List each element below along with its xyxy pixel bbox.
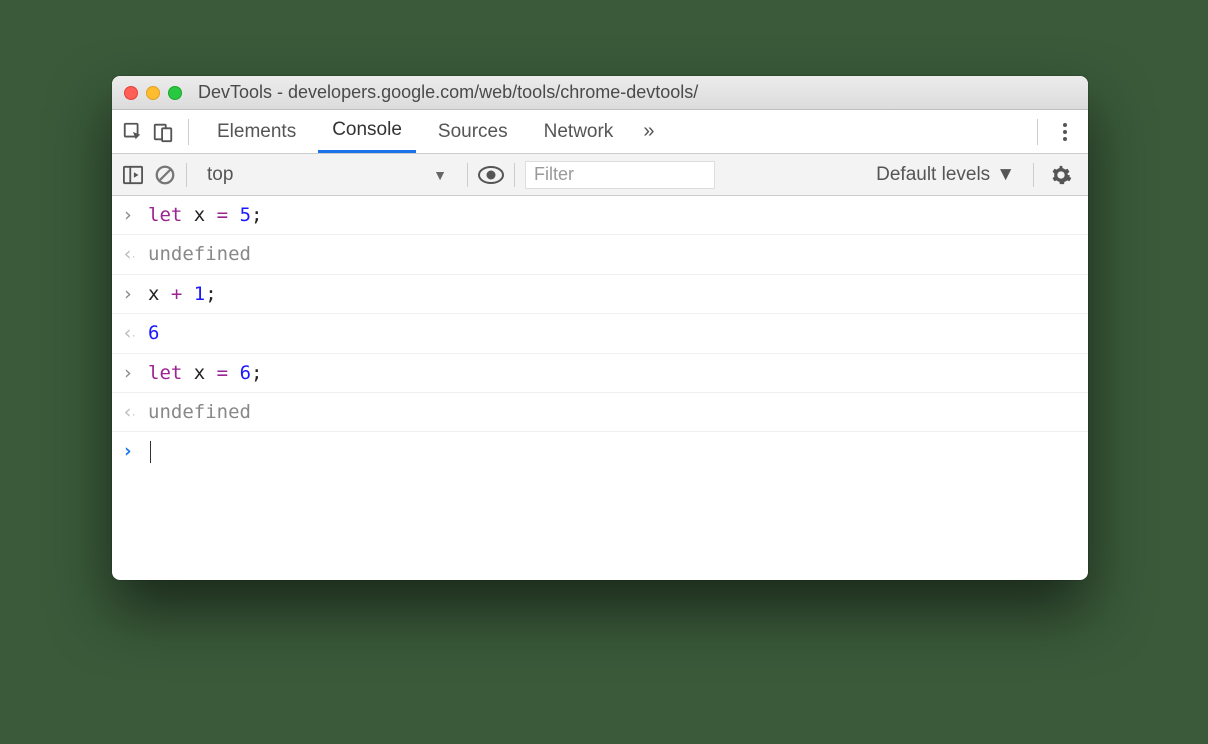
separator — [514, 163, 515, 187]
tab-network[interactable]: Network — [530, 110, 628, 153]
console-input-line: let x = 6; — [148, 358, 262, 388]
toggle-console-sidebar-icon[interactable] — [122, 165, 144, 185]
separator — [1037, 119, 1038, 145]
console-row: ‹·undefined — [112, 235, 1088, 274]
console-row: ›let x = 6; — [112, 354, 1088, 393]
console-output-line: undefined — [148, 397, 251, 427]
console-output-line: undefined — [148, 239, 251, 269]
console-prompt-row[interactable]: › — [112, 432, 1088, 470]
tab-console[interactable]: Console — [318, 110, 416, 153]
separator — [188, 119, 189, 145]
filter-input[interactable]: Filter — [525, 161, 715, 189]
console-output-line: 6 — [148, 318, 159, 348]
separator — [1033, 163, 1034, 187]
console-row: ›let x = 5; — [112, 196, 1088, 235]
devtools-tabbar: Elements Console Sources Network » — [112, 110, 1088, 154]
output-chevron-icon: ‹· — [122, 397, 148, 427]
chevron-down-icon: ▼ — [996, 164, 1015, 186]
separator — [186, 163, 187, 187]
devtools-window: DevTools - developers.google.com/web/too… — [112, 76, 1088, 580]
console-settings-icon[interactable] — [1044, 164, 1078, 186]
device-toggle-icon[interactable] — [152, 121, 174, 143]
input-chevron-icon: › — [122, 279, 148, 309]
inspect-element-icon[interactable] — [122, 121, 144, 143]
filter-placeholder: Filter — [534, 164, 574, 185]
tab-elements[interactable]: Elements — [203, 110, 310, 153]
console-input-line: let x = 5; — [148, 200, 262, 230]
output-chevron-icon: ‹· — [122, 318, 148, 348]
console-row: ‹·6 — [112, 314, 1088, 353]
console-prompt-input[interactable] — [148, 436, 151, 466]
log-levels-label: Default levels — [876, 164, 990, 186]
input-chevron-icon: › — [122, 358, 148, 388]
console-output: ›let x = 5;‹·undefined›x + 1;‹·6›let x =… — [112, 196, 1088, 580]
console-input-line: x + 1; — [148, 279, 217, 309]
window-minimize-button[interactable] — [146, 86, 160, 100]
console-toolbar: top ▼ Filter Default levels ▼ — [112, 154, 1088, 196]
chevron-down-icon: ▼ — [433, 167, 447, 183]
window-zoom-button[interactable] — [168, 86, 182, 100]
live-expression-icon[interactable] — [478, 166, 504, 184]
output-chevron-icon: ‹· — [122, 239, 148, 269]
separator — [467, 163, 468, 187]
clear-console-icon[interactable] — [154, 164, 176, 186]
tab-sources[interactable]: Sources — [424, 110, 522, 153]
kebab-menu-icon[interactable] — [1052, 121, 1078, 143]
prompt-chevron-icon: › — [122, 436, 148, 466]
log-levels-selector[interactable]: Default levels ▼ — [868, 164, 1023, 186]
context-selector-label: top — [207, 164, 233, 186]
window-close-button[interactable] — [124, 86, 138, 100]
console-row: ›x + 1; — [112, 275, 1088, 314]
context-selector[interactable]: top ▼ — [197, 164, 457, 186]
console-row: ‹·undefined — [112, 393, 1088, 432]
more-tabs-icon[interactable]: » — [635, 120, 662, 143]
window-title: DevTools - developers.google.com/web/too… — [198, 82, 698, 103]
titlebar: DevTools - developers.google.com/web/too… — [112, 76, 1088, 110]
input-chevron-icon: › — [122, 200, 148, 230]
